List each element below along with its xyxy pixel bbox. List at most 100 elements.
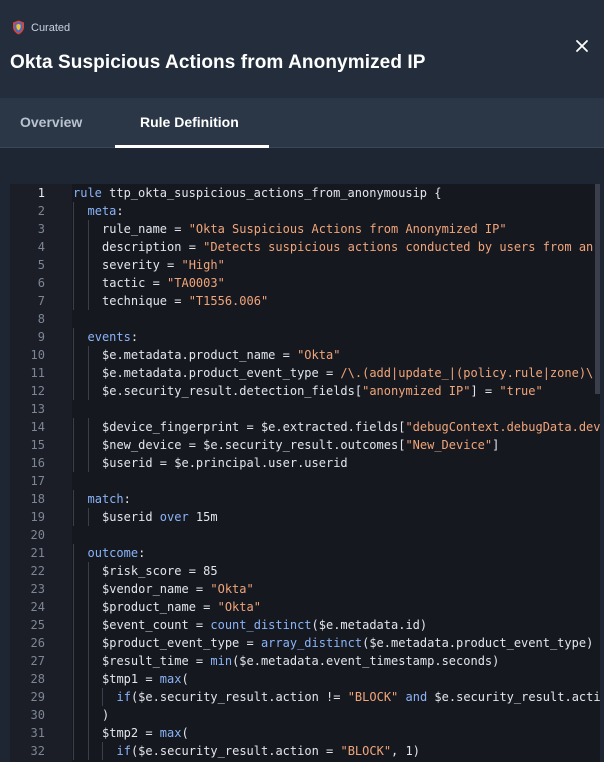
indent-guide [73, 562, 74, 580]
line-number: 31 [30, 726, 45, 740]
indent-guide [73, 598, 74, 616]
indent-guide [73, 706, 74, 724]
line-number: 4 [37, 240, 45, 254]
indent-guide [87, 274, 89, 292]
code-text: $userid over 15m [102, 510, 218, 524]
line-number: 17 [30, 474, 45, 488]
line-number: 21 [30, 546, 45, 560]
code-line: 32 if($e.security_result.action = "BLOCK"… [10, 742, 600, 760]
indent-guide [73, 238, 74, 256]
line-number: 2 [37, 204, 45, 218]
code-line: 23 $vendor_name = "Okta" [10, 580, 600, 598]
indent-guide [73, 364, 74, 382]
indent-guide [73, 346, 74, 364]
page-title: Okta Suspicious Actions from Anonymized … [10, 52, 426, 73]
curated-badge: Curated [12, 20, 70, 35]
code-line: 11 $e.metadata.product_event_type = /\.(a… [10, 364, 600, 382]
code-text: $risk_score = 85 [102, 564, 218, 578]
indent-guide [87, 652, 89, 670]
indent-guide [87, 256, 89, 274]
code-line: 20 [10, 526, 600, 544]
line-number: 18 [30, 492, 45, 506]
indent-guide [87, 436, 89, 454]
code-line: 9 events: [10, 328, 600, 346]
indent-guide [102, 688, 103, 706]
line-number: 25 [30, 618, 45, 632]
close-icon[interactable] [572, 36, 592, 56]
code-line: 3 rule_name = "Okta Suspicious Actions fr… [10, 220, 600, 238]
code-line: 16 $userid = $e.principal.user.userid [10, 454, 600, 472]
code-line: 2 meta: [10, 202, 600, 220]
line-number: 27 [30, 654, 45, 668]
code-text: match: [87, 492, 131, 506]
indent-guide [73, 490, 74, 508]
code-text: $tmp1 = max( [102, 672, 189, 686]
line-number: 22 [30, 564, 45, 578]
indent-guide [73, 634, 74, 652]
indent-guide [73, 652, 74, 670]
code-line: 27 $result_time = min($e.metadata.event_t… [10, 652, 600, 670]
code-text: $tmp2 = max( [102, 726, 189, 740]
code-text: $product_event_type = array_distinct($e.… [102, 636, 594, 650]
indent-guide [73, 292, 74, 310]
panel-header: Curated Okta Suspicious Actions from Ano… [0, 0, 604, 98]
line-number: 26 [30, 636, 45, 650]
code-line: 4 description = "Detects suspicious actio… [10, 238, 600, 256]
indent-guide [87, 364, 89, 382]
indent-guide [87, 742, 89, 760]
line-number: 3 [37, 222, 45, 236]
line-number: 15 [30, 438, 45, 452]
code-line: 18 match: [10, 490, 600, 508]
indent-guide [73, 454, 74, 472]
line-number: 14 [30, 420, 45, 434]
line-number: 12 [30, 384, 45, 398]
code-text: rule ttp_okta_suspicious_actions_from_an… [73, 186, 442, 200]
indent-guide [73, 436, 74, 454]
indent-guide [73, 616, 74, 634]
code-text: ) [102, 708, 110, 722]
code-line: 14 $device_fingerprint = $e.extracted.fie… [10, 418, 600, 436]
indent-guide [73, 418, 74, 436]
indent-guide [87, 634, 89, 652]
line-number: 10 [30, 348, 45, 362]
indent-guide [87, 688, 89, 706]
code-text: $result_time = min($e.metadata.event_tim… [102, 654, 500, 668]
badge-label: Curated [31, 21, 71, 34]
indent-guide [73, 256, 74, 274]
code-text: $e.security_result.detection_fields["ano… [102, 384, 543, 398]
indent-guide [73, 274, 74, 292]
code-line: 17 [10, 472, 600, 490]
tab-overview[interactable]: Overview [20, 114, 82, 130]
code-line: 19 $userid over 15m [10, 508, 600, 526]
indent-guide [87, 292, 89, 310]
indent-guide [73, 544, 74, 562]
code-line: 30) [10, 706, 600, 724]
indent-guide [87, 616, 89, 634]
code-editor[interactable]: 1 rule ttp_okta_suspicious_actions_from_a… [10, 184, 600, 762]
indent-guide [73, 328, 74, 346]
vertical-scrollbar[interactable] [595, 184, 600, 394]
code-line: 21 outcome: [10, 544, 600, 562]
code-text: $device_fingerprint = $e.extracted.field… [102, 420, 600, 434]
line-number: 24 [30, 600, 45, 614]
tab-rule-definition[interactable]: Rule Definition [140, 114, 239, 130]
indent-guide [73, 580, 74, 598]
line-number: 11 [30, 366, 45, 380]
indent-guide [73, 742, 74, 760]
indent-guide [73, 688, 74, 706]
indent-guide [87, 670, 89, 688]
code-text: meta: [87, 204, 124, 218]
code-line: 12 $e.security_result.detection_fields["a… [10, 382, 600, 400]
line-number: 8 [37, 312, 45, 326]
code-text: $e.metadata.product_name = "Okta" [102, 348, 341, 362]
indent-guide [87, 580, 89, 598]
code-line: 29 if($e.security_result.action != "BLOCK… [10, 688, 600, 706]
code-text: rule_name = "Okta Suspicious Actions fro… [102, 222, 507, 236]
indent-guide [73, 508, 74, 526]
indent-guide [73, 670, 74, 688]
line-number: 28 [30, 672, 45, 686]
line-number: 1 [37, 186, 45, 200]
code-text: events: [87, 330, 139, 344]
code-line: 26 $product_event_type = array_distinct($… [10, 634, 600, 652]
indent-guide [73, 220, 74, 238]
